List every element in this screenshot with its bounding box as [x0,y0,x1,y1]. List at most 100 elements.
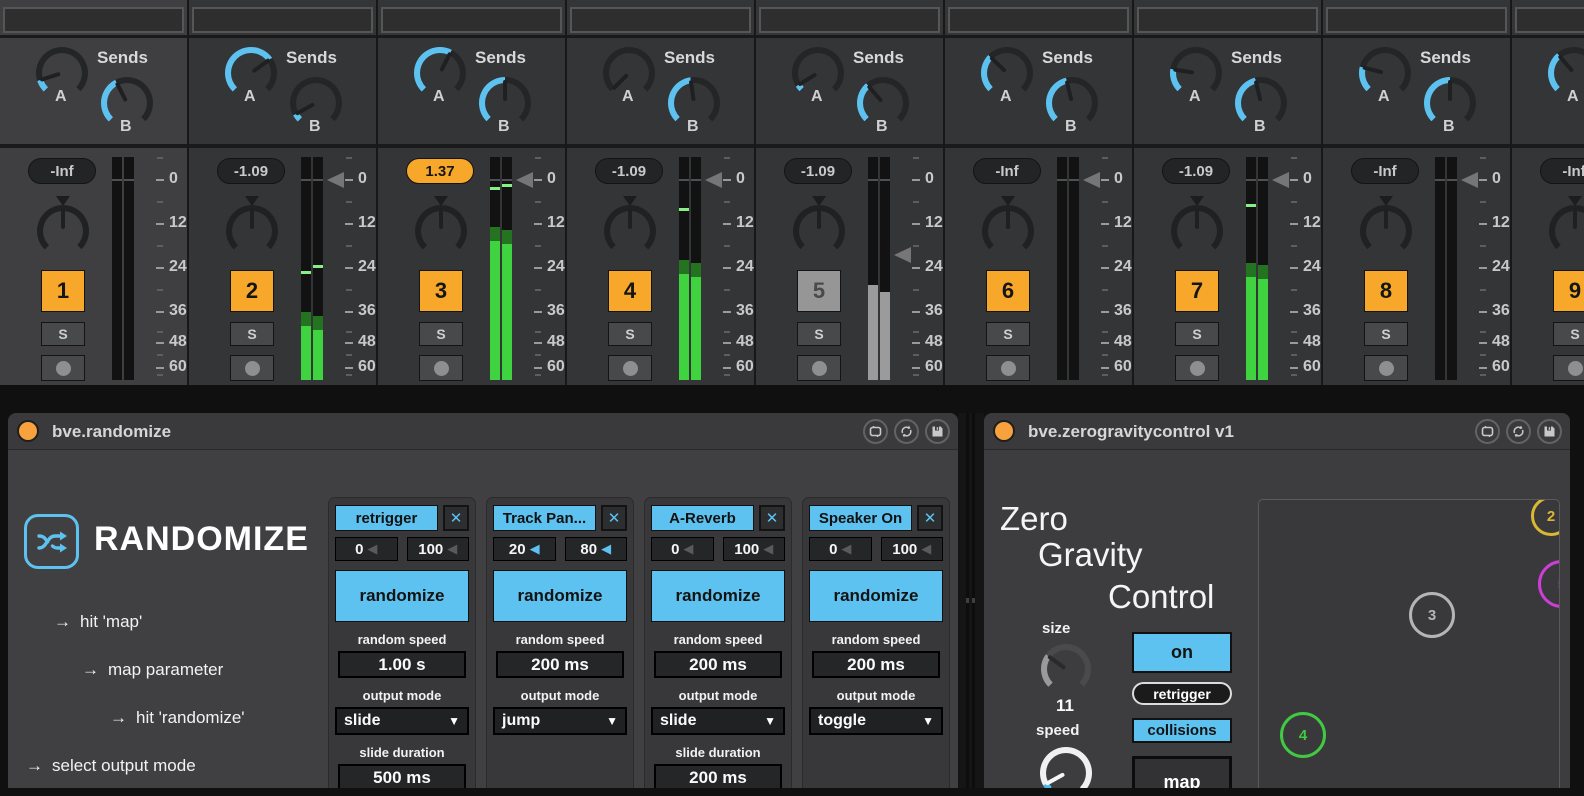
track-activator-button[interactable]: 3 [419,270,463,312]
arm-button[interactable] [1175,355,1219,381]
pan-knob[interactable] [226,205,278,257]
device-title-bar[interactable]: bve.zerogravitycontrol v1 [984,413,1570,450]
randomize-button[interactable]: randomize [809,570,943,622]
send-b-knob[interactable] [479,77,531,129]
track-activator-button[interactable]: 7 [1175,270,1219,312]
spinner-icon[interactable]: ◀ [921,541,931,557]
spinner-icon[interactable]: ◀ [763,541,773,557]
volume-value[interactable]: -1.09 [595,158,663,184]
track-activator-button[interactable]: 4 [608,270,652,312]
spinner-icon[interactable]: ◀ [683,541,693,557]
send-b-knob[interactable] [1424,77,1476,129]
arm-button[interactable] [986,355,1030,381]
output-mode-dropdown[interactable]: jump▼ [493,707,627,735]
mixer-track[interactable]: Sends A B -1.09 4 S [567,0,754,385]
unfold-device-icon[interactable] [1475,419,1500,444]
spinner-icon[interactable]: ◀ [447,541,457,557]
send-b-knob[interactable] [668,77,720,129]
arm-button[interactable] [608,355,652,381]
pan-knob[interactable] [1360,205,1412,257]
randomize-button[interactable]: randomize [651,570,785,622]
save-preset-icon[interactable] [1537,419,1562,444]
solo-button[interactable]: S [797,322,841,346]
send-b-knob[interactable] [857,77,909,129]
send-a-knob[interactable] [603,47,655,99]
device-drag-handle[interactable] [958,413,984,788]
retrigger-button[interactable]: retrigger [1132,682,1232,705]
mixer-track[interactable]: Sends A B 1.37 3 S [378,0,565,385]
send-a-knob[interactable] [981,47,1033,99]
solo-button[interactable]: S [230,322,274,346]
range-max-input[interactable]: 100◀ [407,537,470,561]
range-max-input[interactable]: 100◀ [881,537,944,561]
remove-mapping-button[interactable]: ✕ [917,505,943,531]
solo-button[interactable]: S [608,322,652,346]
spinner-icon[interactable]: ◀ [530,541,540,557]
randomize-button[interactable]: randomize [493,570,627,622]
hot-swap-icon[interactable] [894,419,919,444]
mixer-track[interactable]: Sends A B -Inf 8 S [1323,0,1510,385]
random-speed-input[interactable]: 200 ms [496,651,624,678]
track-activator-button[interactable]: 5 [797,270,841,312]
remove-mapping-button[interactable]: ✕ [601,505,627,531]
send-a-knob[interactable] [1170,47,1222,99]
volume-value[interactable]: -Inf [28,158,96,184]
send-a-knob[interactable] [225,47,277,99]
send-a-knob[interactable] [792,47,844,99]
arm-button[interactable] [1553,355,1584,381]
clip-slot[interactable] [948,7,1129,33]
clip-slot[interactable] [1326,7,1507,33]
speed-knob[interactable] [1040,747,1092,788]
spinner-icon[interactable]: ◀ [601,541,611,557]
output-mode-dropdown[interactable]: slide▼ [335,707,469,735]
mixer-track[interactable]: Sends A B -Inf 1 S [0,0,187,385]
solo-button[interactable]: S [41,322,85,346]
range-max-input[interactable]: 80◀ [565,537,628,561]
arm-button[interactable] [797,355,841,381]
mixer-track[interactable]: Sends A B -1.09 7 S [1134,0,1321,385]
track-activator-button[interactable]: 8 [1364,270,1408,312]
solo-button[interactable]: S [1364,322,1408,346]
output-mode-dropdown[interactable]: toggle▼ [809,707,943,735]
volume-value[interactable]: -Inf [1540,158,1584,184]
spinner-icon[interactable]: ◀ [841,541,851,557]
solo-button[interactable]: S [986,322,1030,346]
pan-knob[interactable] [415,205,467,257]
clip-slot[interactable] [570,7,751,33]
mapped-parameter-name[interactable]: retrigger [335,505,438,531]
range-min-input[interactable]: 0◀ [809,537,872,561]
track-activator-button[interactable]: 6 [986,270,1030,312]
volume-value[interactable]: -1.09 [784,158,852,184]
arm-button[interactable] [230,355,274,381]
send-a-knob[interactable] [36,47,88,99]
solo-button[interactable]: S [1175,322,1219,346]
solo-button[interactable]: S [1553,322,1584,346]
clip-slot[interactable] [192,7,373,33]
device-title-bar[interactable]: bve.randomize [8,413,958,450]
size-knob[interactable] [1041,644,1091,694]
solo-button[interactable]: S [419,322,463,346]
mixer-track[interactable]: Sends A B -Inf 9 S [1512,0,1584,385]
device-on-led[interactable] [17,420,39,442]
volume-value[interactable]: -1.09 [217,158,285,184]
pan-knob[interactable] [982,205,1034,257]
range-min-input[interactable]: 0◀ [335,537,398,561]
range-max-input[interactable]: 100◀ [723,537,786,561]
arm-button[interactable] [1364,355,1408,381]
slide-duration-input[interactable]: 200 ms [654,764,782,788]
track-activator-button[interactable]: 9 [1553,270,1584,312]
save-preset-icon[interactable] [925,419,950,444]
pan-knob[interactable] [1171,205,1223,257]
arm-button[interactable] [419,355,463,381]
hot-swap-icon[interactable] [1506,419,1531,444]
slide-duration-input[interactable]: 500 ms [338,764,466,788]
gravity-canvas[interactable]: 253401 [1258,499,1560,788]
pan-knob[interactable] [793,205,845,257]
clip-slot[interactable] [759,7,940,33]
random-speed-input[interactable]: 1.00 s [338,651,466,678]
spinner-icon[interactable]: ◀ [367,541,377,557]
mapped-parameter-name[interactable]: A-Reverb [651,505,754,531]
pan-knob[interactable] [37,205,89,257]
pan-knob[interactable] [604,205,656,257]
random-speed-input[interactable]: 200 ms [812,651,940,678]
